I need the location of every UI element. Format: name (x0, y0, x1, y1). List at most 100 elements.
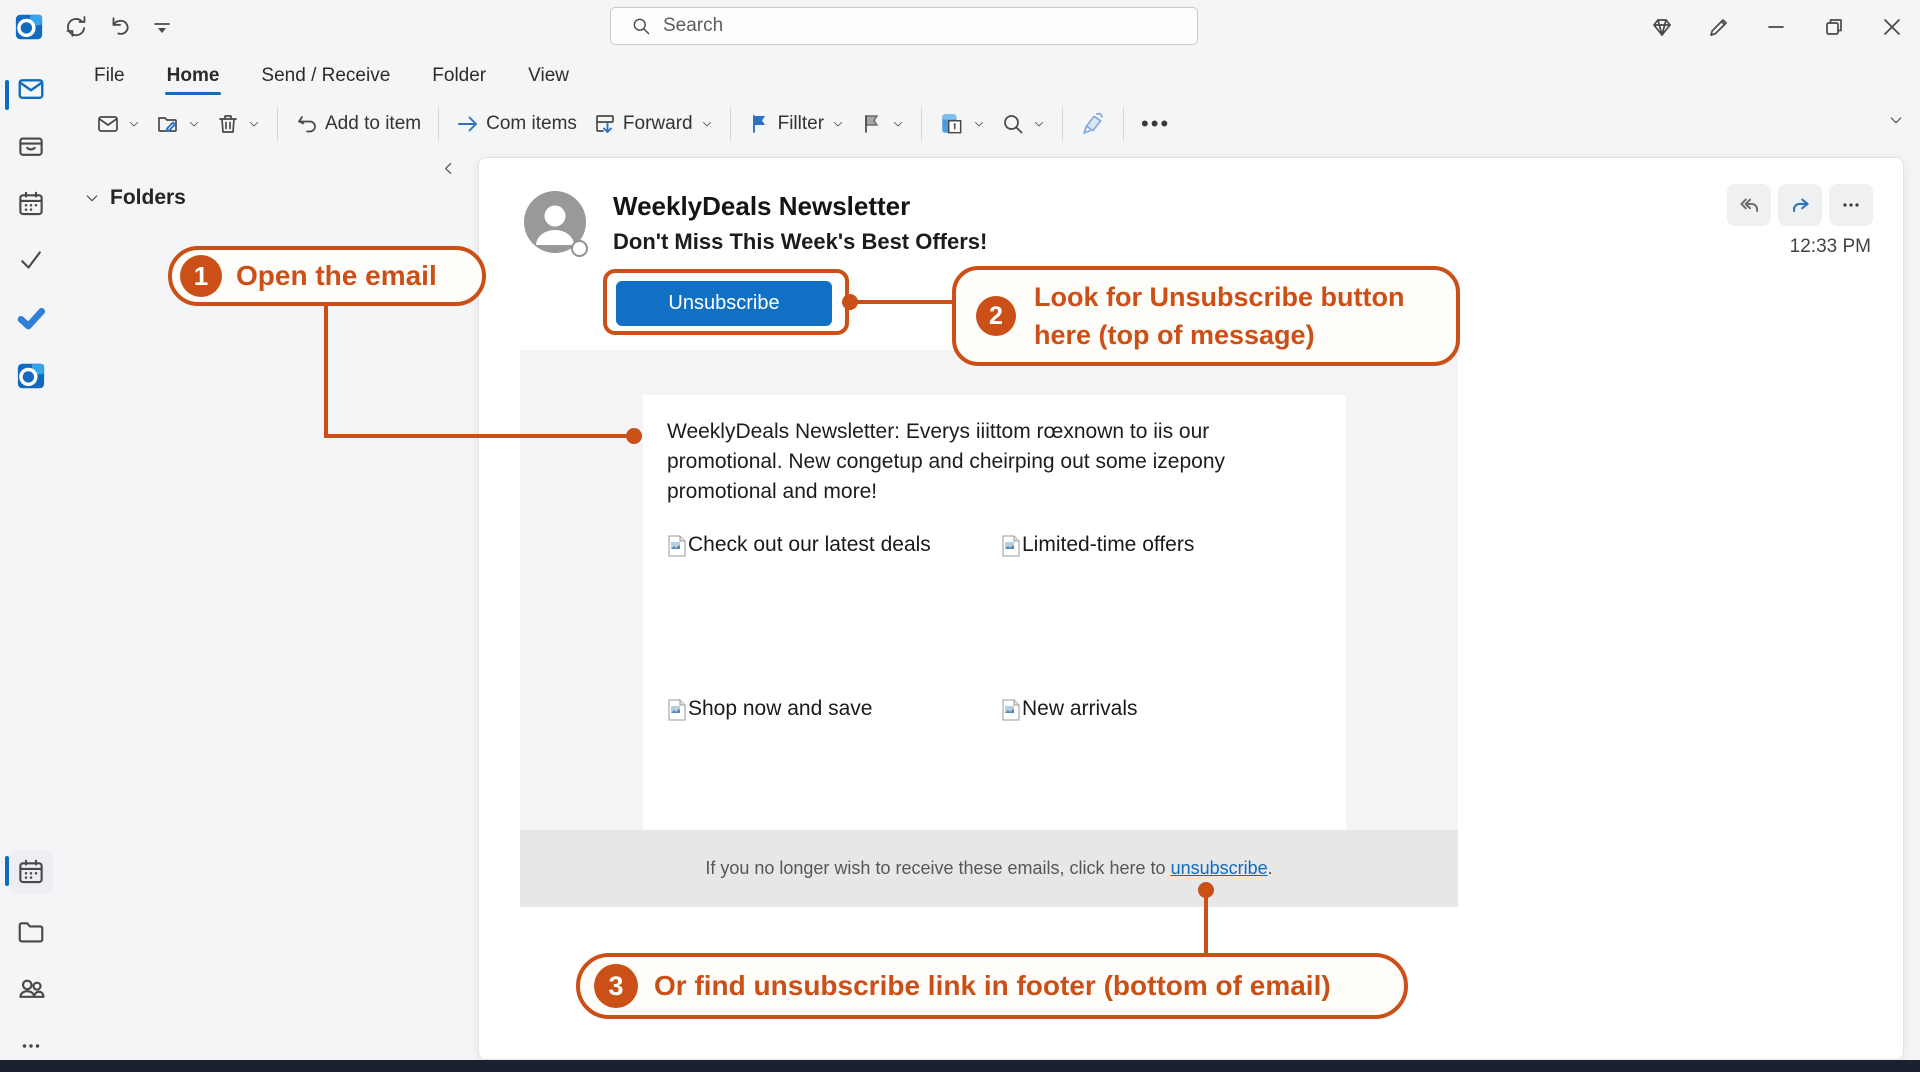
edit-pencil-icon[interactable] (1705, 13, 1733, 41)
ribbon-tabs: File Home Send / Receive Folder View (92, 54, 571, 98)
search-bar[interactable] (610, 7, 1198, 45)
rail-mail-icon[interactable] (9, 67, 53, 111)
forward-button[interactable]: Forward (585, 105, 721, 143)
premium-diamond-icon[interactable] (1648, 13, 1676, 41)
mail-icon (96, 112, 120, 136)
message-actions (1727, 184, 1873, 226)
sync-icon[interactable] (62, 13, 90, 41)
chevron-down-icon (248, 118, 260, 130)
unsubscribe-link[interactable]: unsubscribe (1171, 858, 1268, 878)
rail-folder-icon[interactable] (9, 910, 53, 954)
chevron-down-icon (973, 118, 985, 130)
reply-all-button[interactable] (1727, 184, 1771, 226)
flag-blue-icon (748, 112, 772, 136)
rail-todo-icon[interactable] (9, 296, 53, 340)
rail-outlook-icon[interactable] (9, 354, 53, 398)
callout-step3-text: Or find unsubscribe link in footer (bott… (654, 970, 1331, 1002)
toolbar-more-button[interactable]: ••• (1133, 104, 1178, 144)
callout-step2-number: 2 (976, 296, 1016, 336)
toolbar-divider (438, 107, 439, 141)
tab-folder[interactable]: Folder (430, 59, 488, 93)
collapse-pane-chevron-icon[interactable] (440, 160, 457, 177)
tab-view[interactable]: View (526, 59, 571, 93)
quick-access-icon[interactable] (148, 13, 176, 41)
forward-label: Forward (623, 113, 693, 135)
email-footer: If you no longer wish to receive these e… (520, 830, 1458, 907)
chevron-down-icon (701, 118, 713, 130)
message-subject: Don't Miss This Week's Best Offers! (613, 229, 987, 255)
title-bar (0, 0, 1920, 54)
undo-arrow-icon (295, 112, 319, 136)
toolbar-divider (1123, 107, 1124, 141)
tab-send-receive[interactable]: Send / Receive (259, 59, 392, 93)
presence-indicator (571, 240, 588, 257)
new-mail-button[interactable] (88, 105, 148, 143)
tags-button[interactable] (931, 104, 993, 144)
callout2-connector-horizontal (854, 300, 952, 304)
callout-step1-text: Open the email (236, 260, 437, 292)
app-rail (0, 54, 62, 1060)
zoom-icon (1001, 112, 1025, 136)
email-body-region: WeeklyDeals Newsletter: Everys iiittom r… (520, 350, 1458, 907)
footer-text: If you no longer wish to receive these e… (705, 858, 1170, 878)
callout1-connector-horizontal (324, 434, 630, 438)
folders-header[interactable]: Folders (84, 186, 186, 210)
add-to-item-label: Add to item (325, 113, 421, 135)
callout2-connector-dot (842, 294, 858, 310)
move-to-button[interactable] (148, 105, 208, 143)
restore-icon[interactable] (1820, 13, 1848, 41)
broken-image-icon (1001, 699, 1021, 721)
add-to-item-button[interactable]: Add to item (287, 105, 429, 143)
forward-message-button[interactable] (1778, 184, 1822, 226)
undo-icon[interactable] (106, 13, 134, 41)
tab-home[interactable]: Home (165, 59, 222, 93)
email-body-text: WeeklyDeals Newsletter: Everys iiittom r… (667, 417, 1225, 507)
rail-archive-icon[interactable] (9, 124, 53, 168)
folders-header-label: Folders (110, 186, 186, 210)
flag-button[interactable] (852, 105, 912, 143)
delete-button[interactable] (208, 105, 268, 143)
arrow-right-icon (456, 112, 480, 136)
broken-image-icon (667, 699, 687, 721)
filter-label: Fillter (778, 113, 824, 135)
minimize-icon[interactable] (1762, 13, 1790, 41)
outlook-logo (15, 13, 43, 41)
sender-name: WeeklyDeals Newsletter (613, 191, 910, 222)
outlook-window: File Home Send / Receive Folder View Add… (0, 0, 1920, 1072)
tab-file[interactable]: File (92, 59, 127, 93)
com-items-button[interactable]: Com items (448, 105, 585, 143)
close-icon[interactable] (1878, 13, 1906, 41)
read-aloud-button[interactable] (1072, 104, 1114, 144)
callout-step2-text: Look for Unsubscribe button here (top of… (1034, 278, 1405, 354)
toolbar-divider (277, 107, 278, 141)
broken-image-icon (1001, 535, 1021, 557)
more-icon: ••• (1141, 111, 1170, 137)
callout-step1: 1 Open the email (168, 246, 486, 306)
rail-calendar-bottom-icon[interactable] (9, 850, 53, 894)
chevron-down-icon (892, 118, 904, 130)
search-input[interactable] (663, 15, 1143, 37)
broken-image-placeholder: Limited-time offers (1001, 533, 1194, 557)
zoom-button[interactable] (993, 105, 1053, 143)
chevron-down-icon (832, 118, 844, 130)
callout3-connector-vertical (1204, 894, 1208, 955)
toolbar-divider (1062, 107, 1063, 141)
rail-tasks-icon[interactable] (9, 238, 53, 282)
callout-step1-number: 1 (180, 255, 222, 297)
chevron-down-icon (1033, 118, 1045, 130)
rail-calendar-icon[interactable] (9, 182, 53, 226)
broken-image-placeholder: New arrivals (1001, 697, 1138, 721)
callout1-connector-dot (626, 428, 642, 444)
message-time: 12:33 PM (1790, 236, 1871, 258)
message-more-button[interactable] (1829, 184, 1873, 226)
unsubscribe-highlight-box (603, 269, 849, 335)
delete-icon (216, 112, 240, 136)
callout1-connector-vertical (324, 304, 328, 438)
filter-button[interactable]: Fillter (740, 105, 852, 143)
chevron-down-icon (188, 118, 200, 130)
ribbon-collapse-chevron-icon[interactable] (1888, 112, 1904, 128)
toolbar-divider (730, 107, 731, 141)
toolbar-divider (921, 107, 922, 141)
forward-box-icon (593, 112, 617, 136)
rail-people-icon[interactable] (9, 966, 53, 1010)
